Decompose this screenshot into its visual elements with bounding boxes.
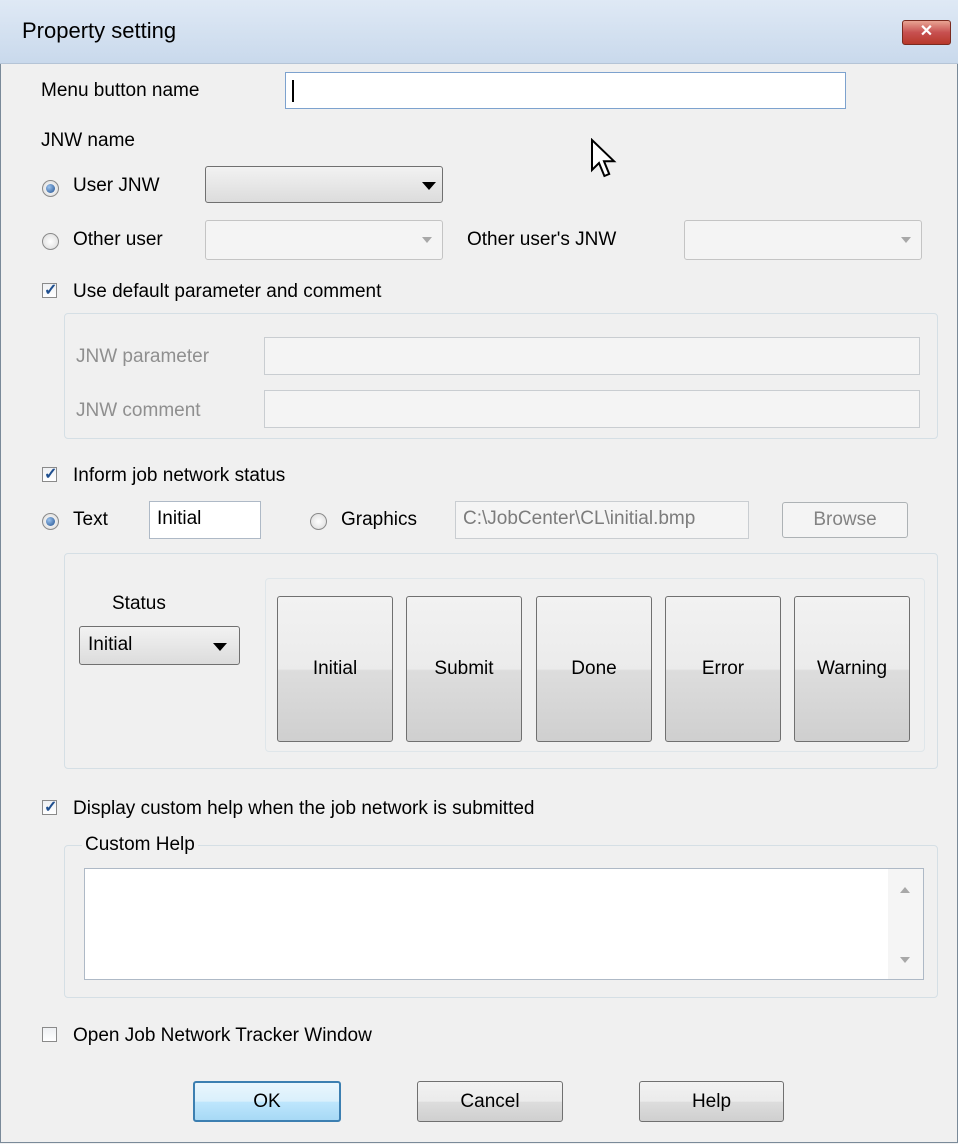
status-button-initial[interactable]: Initial — [277, 596, 393, 742]
window-title: Property setting — [22, 18, 177, 43]
status-label: Status — [112, 593, 166, 614]
status-button-warning[interactable]: Warning — [794, 596, 910, 742]
chevron-down-icon — [422, 237, 432, 243]
custom-help-checkbox-label[interactable]: Display custom help when the job network… — [73, 798, 535, 820]
cancel-button[interactable]: Cancel — [417, 1081, 563, 1122]
text-radio-label[interactable]: Text — [73, 509, 108, 531]
chevron-down-icon — [422, 182, 436, 190]
close-icon: ✕ — [919, 23, 934, 40]
jnw-parameter-label: JNW parameter — [76, 346, 210, 367]
scroll-down-icon[interactable] — [900, 957, 910, 963]
graphics-radio-label[interactable]: Graphics — [341, 509, 417, 531]
title-bar[interactable]: Property setting ✕ — [0, 0, 958, 64]
jnw-comment-input[interactable] — [264, 390, 920, 428]
use-default-parameter-checkbox[interactable]: ✓ — [42, 282, 58, 299]
text-caret — [292, 80, 294, 102]
status-button-done[interactable]: Done — [536, 596, 652, 742]
custom-help-scrollbar[interactable] — [888, 869, 923, 979]
jnw-parameter-input[interactable] — [264, 337, 920, 375]
status-dropdown[interactable]: Initial — [79, 626, 240, 665]
graphics-path-input[interactable]: C:\JobCenter\CL\initial.bmp — [455, 501, 749, 539]
user-jnw-dropdown[interactable] — [205, 166, 443, 203]
ok-button[interactable]: OK — [193, 1081, 341, 1122]
other-user-label[interactable]: Other user — [73, 229, 163, 251]
user-jnw-label[interactable]: User JNW — [73, 175, 160, 197]
text-radio[interactable] — [42, 513, 59, 530]
help-button[interactable]: Help — [639, 1081, 784, 1122]
status-button-error[interactable]: Error — [665, 596, 781, 742]
browse-button[interactable]: Browse — [782, 502, 908, 538]
custom-help-group-label: Custom Help — [82, 834, 198, 856]
menu-button-name-input[interactable] — [285, 72, 846, 109]
use-default-parameter-label[interactable]: Use default parameter and comment — [73, 281, 381, 303]
status-button-submit[interactable]: Submit — [406, 596, 522, 742]
other-users-jnw-dropdown[interactable] — [684, 220, 922, 260]
inform-status-checkbox[interactable]: ✓ — [42, 466, 58, 483]
open-tracker-checkbox[interactable] — [42, 1027, 57, 1042]
user-jnw-radio[interactable] — [42, 180, 59, 197]
checkmark-icon: ✓ — [44, 799, 58, 816]
jnw-comment-label: JNW comment — [76, 400, 201, 421]
inform-status-label[interactable]: Inform job network status — [73, 465, 285, 487]
chevron-down-icon — [213, 643, 227, 651]
graphics-radio[interactable] — [310, 513, 327, 530]
menu-button-name-label: Menu button name — [41, 80, 200, 101]
radio-selected-dot — [46, 517, 55, 526]
custom-help-checkbox[interactable]: ✓ — [42, 799, 58, 816]
other-user-radio[interactable] — [42, 233, 59, 250]
other-user-dropdown[interactable] — [205, 220, 443, 260]
close-button[interactable]: ✕ — [902, 20, 951, 45]
radio-selected-dot — [46, 184, 55, 193]
jnw-name-label: JNW name — [41, 130, 135, 151]
checkmark-icon: ✓ — [44, 282, 58, 299]
scroll-up-icon[interactable] — [900, 887, 910, 893]
custom-help-textarea[interactable] — [84, 868, 924, 980]
status-text-input[interactable]: Initial — [149, 501, 261, 539]
checkmark-icon: ✓ — [44, 466, 58, 483]
open-tracker-label[interactable]: Open Job Network Tracker Window — [73, 1025, 372, 1047]
other-users-jnw-label: Other user's JNW — [467, 229, 617, 250]
chevron-down-icon — [901, 237, 911, 243]
mouse-pointer-icon — [591, 138, 617, 178]
